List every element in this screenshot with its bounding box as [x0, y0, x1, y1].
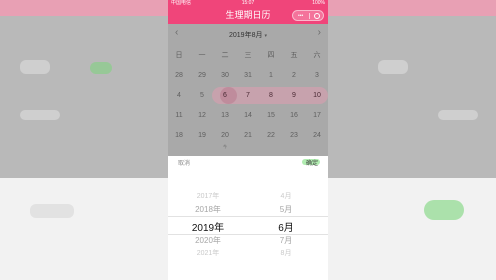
calendar-week: 28 29 30 31 1 2 3	[168, 66, 328, 86]
background-green-blob	[424, 200, 464, 220]
calendar-day[interactable]: 17	[306, 106, 328, 126]
background-blob	[438, 110, 478, 120]
calendar-day-period[interactable]: 6	[214, 86, 236, 106]
month-option[interactable]: 4月	[246, 191, 326, 201]
background-blob	[378, 60, 408, 74]
calendar-day[interactable]: 22	[260, 126, 282, 146]
background-blob	[20, 110, 60, 120]
year-option[interactable]: 2020年	[168, 235, 248, 246]
weekday-header: 日 一 二 三 四 五 六	[168, 46, 328, 66]
calendar-week: 4 5 6 7 8 9 10	[168, 86, 328, 106]
background-green-blob	[90, 62, 112, 74]
calendar-day-today[interactable]: 20	[214, 126, 236, 146]
background-blob	[30, 204, 74, 218]
confirm-button[interactable]: 确定	[306, 158, 318, 167]
today-marker: 今	[223, 144, 227, 149]
calendar-day[interactable]: 29	[191, 66, 213, 86]
status-bar: 中国电信 15:07 100%	[168, 0, 328, 7]
calendar-day[interactable]: 24	[306, 126, 328, 146]
weekday-label: 四	[267, 52, 275, 59]
picker-toolbar: 取消 确定	[168, 156, 328, 168]
background-bottom-left	[0, 178, 168, 280]
calendar-day-period[interactable]: 10	[306, 86, 328, 106]
weekday-label: 六	[313, 52, 321, 59]
close-circle-icon[interactable]	[314, 12, 320, 19]
calendar-day[interactable]: 1	[260, 66, 282, 86]
calendar-day[interactable]: 18	[168, 126, 190, 146]
calendar-day[interactable]: 30	[214, 66, 236, 86]
weekday-label: 三	[244, 52, 252, 59]
calendar-day[interactable]: 31	[237, 66, 259, 86]
year-option[interactable]: 2021年	[168, 248, 248, 258]
cancel-button[interactable]: 取消	[178, 158, 190, 167]
mini-program-capsule: •••	[292, 10, 324, 21]
year-option[interactable]: 2018年	[168, 204, 248, 215]
calendar-day[interactable]: 28	[168, 66, 190, 86]
next-month-icon[interactable]: ›	[318, 28, 321, 38]
calendar-day-period[interactable]: 7	[237, 86, 259, 106]
year-column[interactable]: 2017年 2018年 2019年 2020年 2021年	[168, 186, 248, 280]
month-column[interactable]: 4月 5月 6月 7月 8月	[246, 186, 326, 280]
calendar-day[interactable]: 13	[214, 106, 236, 126]
calendar-day[interactable]: 3	[306, 66, 328, 86]
weekday-label: 日	[175, 52, 183, 59]
calendar-day[interactable]: 11	[168, 106, 190, 126]
weekday-label: 二	[221, 52, 229, 59]
calendar-day[interactable]: 15	[260, 106, 282, 126]
calendar-day-period[interactable]: 8	[260, 86, 282, 106]
month-label: 2019年8月	[229, 32, 263, 39]
background-blob	[20, 60, 50, 74]
background-bottom-right	[328, 178, 496, 280]
nav-bar: 生理期日历 •••	[168, 7, 328, 24]
year-option-selected[interactable]: 2019年	[168, 219, 248, 234]
year-month-picker: 2017年 2018年 2019年 2020年 2021年 4月 5月 6月 7…	[168, 186, 328, 280]
dropdown-caret-icon: ▾	[264, 33, 267, 39]
background-right-stripe	[328, 0, 496, 16]
background-left-stripe	[0, 0, 168, 16]
month-option[interactable]: 5月	[246, 204, 326, 215]
weekday-label: 五	[290, 52, 298, 59]
calendar-week: 11 12 13 14 15 16 17	[168, 106, 328, 126]
calendar: ‹ 2019年8月 ▾ › 日 一 二 三 四 五 六 28 29 30 31 1	[168, 24, 328, 156]
year-option[interactable]: 2017年	[168, 191, 248, 201]
calendar-grid: 日 一 二 三 四 五 六 28 29 30 31 1 2 3 4 5 6 7 …	[168, 46, 328, 146]
calendar-day[interactable]: 5	[191, 86, 213, 106]
calendar-day[interactable]: 12	[191, 106, 213, 126]
calendar-week: 18 19 20 21 22 23 24	[168, 126, 328, 146]
weekday-label: 一	[198, 52, 206, 59]
calendar-day[interactable]: 19	[191, 126, 213, 146]
calendar-day[interactable]: 2	[283, 66, 305, 86]
calendar-day[interactable]: 21	[237, 126, 259, 146]
calendar-day[interactable]: 14	[237, 106, 259, 126]
date-picker-sheet: 取消 确定 2017年 2018年 2019年 2020年 2021年 4月 5…	[168, 156, 328, 280]
battery-label: 100%	[312, 0, 325, 6]
month-switcher: ‹ 2019年8月 ▾ ›	[168, 24, 328, 44]
more-icon[interactable]: •••	[298, 12, 303, 20]
month-option[interactable]: 7月	[246, 235, 326, 246]
status-time: 15:07	[241, 0, 255, 6]
capsule-divider	[309, 13, 310, 19]
month-option-selected[interactable]: 6月	[246, 219, 326, 234]
month-option[interactable]: 8月	[246, 248, 326, 258]
calendar-day[interactable]: 23	[283, 126, 305, 146]
calendar-day[interactable]: 4	[168, 86, 190, 106]
month-label-wrap[interactable]: 2019年8月 ▾	[168, 30, 328, 40]
calendar-day-period[interactable]: 9	[283, 86, 305, 106]
calendar-day[interactable]: 16	[283, 106, 305, 126]
phone-screen: 中国电信 15:07 100% 生理期日历 ••• ‹ 2019年8月 ▾ › 日…	[168, 0, 328, 280]
